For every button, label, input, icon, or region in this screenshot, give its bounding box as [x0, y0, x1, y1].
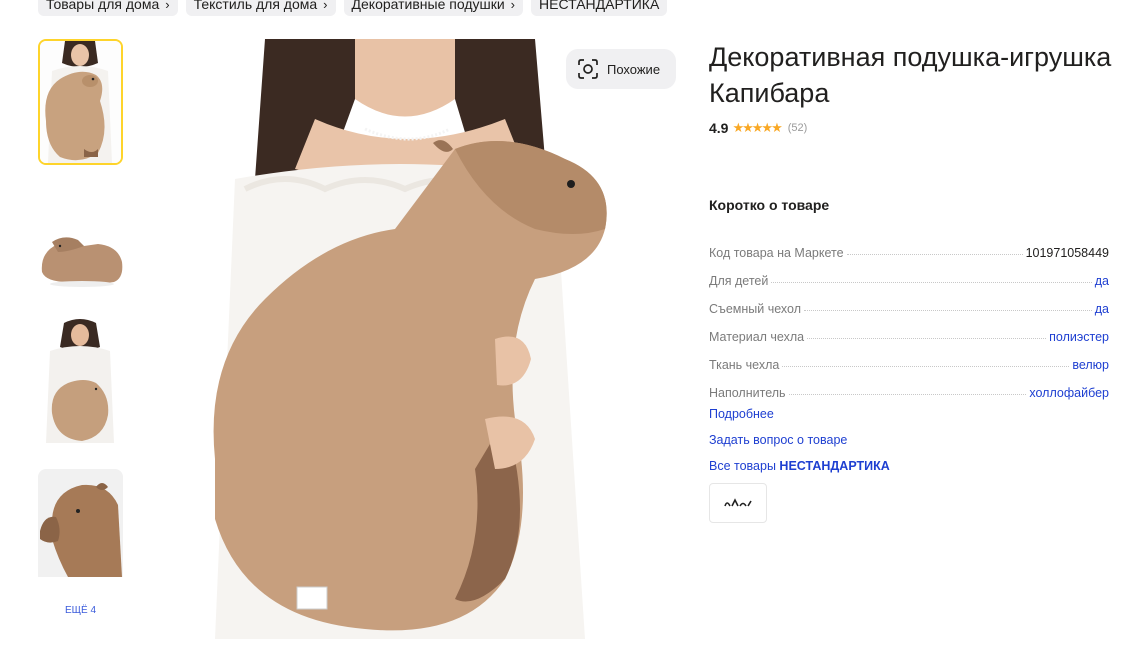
spec-key: Для детей [709, 274, 769, 288]
spec-key: Код товара на Маркете [709, 246, 844, 260]
spec-row: Для детей да [709, 260, 1109, 288]
main-product-image[interactable] [205, 39, 685, 639]
image-search-icon [578, 59, 598, 79]
breadcrumb-label: Декоративные подушки [351, 0, 505, 12]
thumbnail-3[interactable] [38, 317, 123, 443]
rating-value: 4.9 [709, 120, 729, 136]
brand-logo[interactable] [709, 483, 767, 523]
spec-row: Наполнитель холлофайбер [709, 372, 1109, 400]
product-links: Подробнее Задать вопрос о товаре Все тов… [709, 405, 890, 483]
spec-dots [804, 310, 1092, 311]
spec-key: Съемный чехол [709, 302, 801, 316]
breadcrumb: Товары для дома › Текстиль для дома › Де… [38, 0, 668, 16]
spec-dots [846, 254, 1023, 255]
thumbnail-1[interactable] [38, 39, 123, 165]
spec-key: Ткань чехла [709, 358, 780, 372]
breadcrumb-item-decor-pillows[interactable]: Декоративные подушки › [343, 0, 524, 16]
spec-value-link[interactable]: велюр [1072, 358, 1109, 372]
product-rating[interactable]: 4.9 ★★★★★ (52) [709, 120, 807, 136]
breadcrumb-item-brand[interactable]: НЕСТАНДАРТИКА [531, 0, 668, 16]
spec-value-link[interactable]: да [1095, 302, 1109, 316]
thumbnail-2[interactable] [38, 182, 123, 308]
all-products-prefix: Все товары [709, 459, 776, 473]
more-images-link[interactable]: ЕЩЁ 4 [38, 605, 123, 616]
thumbnail-4[interactable] [38, 469, 123, 595]
product-thumbnail-image [38, 469, 123, 577]
spec-row: Съемный чехол да [709, 288, 1109, 316]
spec-row: Ткань чехла велюр [709, 344, 1109, 372]
reviews-count[interactable]: (52) [788, 122, 808, 134]
chevron-right-icon: › [510, 0, 516, 12]
product-thumbnail-image [38, 182, 123, 308]
rating-stars-icon: ★★★★★ [732, 120, 782, 135]
spec-dots [788, 394, 1027, 395]
capybara-pillow-photo [205, 39, 685, 639]
spec-row: Материал чехла полиэстер [709, 316, 1109, 344]
spec-value-link[interactable]: да [1095, 274, 1109, 288]
breadcrumb-item-home-textile[interactable]: Текстиль для дома › [185, 0, 336, 16]
chevron-right-icon: › [165, 0, 170, 12]
chevron-right-icon: › [323, 0, 328, 12]
breadcrumb-label: Товары для дома [46, 0, 160, 12]
brand-name: НЕСТАНДАРТИКА [779, 459, 890, 473]
breadcrumb-item-home-goods[interactable]: Товары для дома › [38, 0, 178, 16]
ask-question-link[interactable]: Задать вопрос о товаре [709, 431, 890, 457]
similar-label: Похожие [607, 61, 661, 77]
spec-value-link[interactable]: холлофайбер [1029, 386, 1109, 400]
spec-row: Код товара на Маркете 101971058449 [709, 232, 1109, 260]
specs-heading: Коротко о товаре [709, 197, 830, 213]
spec-key: Наполнитель [709, 386, 786, 400]
all-brand-products-link[interactable]: Все товары НЕСТАНДАРТИКА [709, 457, 890, 483]
specs-list: Код товара на Маркете 101971058449 Для д… [709, 232, 1109, 400]
product-title: Декоративная подушка-игрушка Капибара [709, 42, 1112, 108]
brand-logo-image [724, 498, 752, 507]
spec-dots [782, 366, 1070, 367]
spec-dots [771, 282, 1092, 283]
similar-products-button[interactable]: Похожие [566, 49, 676, 89]
spec-key: Материал чехла [709, 330, 805, 344]
product-thumbnail-image [38, 317, 123, 443]
spec-value-link[interactable]: полиэстер [1049, 330, 1109, 344]
spec-dots [807, 338, 1047, 339]
more-details-link[interactable]: Подробнее [709, 405, 890, 431]
breadcrumb-label: Текстиль для дома [193, 0, 318, 12]
breadcrumb-label: НЕСТАНДАРТИКА [539, 0, 660, 12]
product-thumbnail-image [40, 41, 121, 163]
spec-value: 101971058449 [1025, 246, 1109, 260]
